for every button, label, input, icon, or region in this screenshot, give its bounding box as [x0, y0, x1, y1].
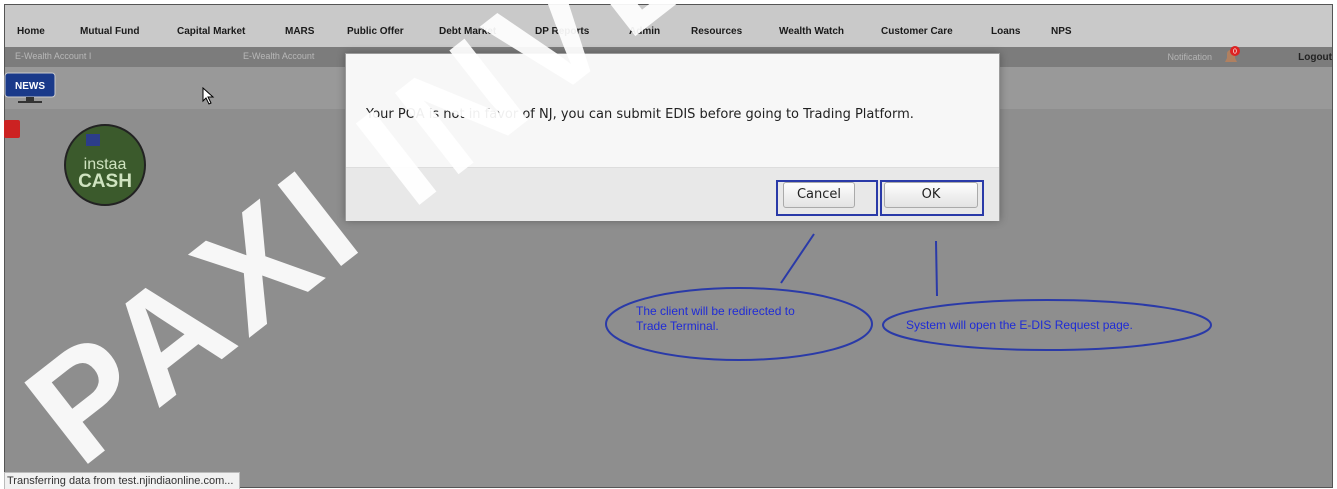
nav-dp-reports[interactable]: DP Reports — [535, 26, 589, 37]
nav-capital-market[interactable]: Capital Market — [177, 26, 245, 37]
ok-highlight-box — [880, 180, 984, 216]
nav-mars[interactable]: MARS — [285, 26, 314, 37]
instaa-cash-logo[interactable]: instaa CASH — [46, 124, 164, 206]
bell-icon[interactable]: 0 — [1222, 45, 1240, 67]
dialog-message: Your POA is not in favor of NJ, you can … — [366, 107, 914, 122]
nav-public-offer[interactable]: Public Offer — [347, 26, 404, 37]
mouse-cursor-icon — [202, 87, 215, 105]
nav-admin[interactable]: Admin — [629, 26, 660, 37]
nav-wealth-watch[interactable]: Wealth Watch — [779, 26, 844, 37]
cancel-highlight-box — [776, 180, 878, 216]
nav-loans[interactable]: Loans — [991, 26, 1020, 37]
nav-customer-care[interactable]: Customer Care — [881, 26, 953, 37]
top-navigation: Home Mutual Fund Capital Market MARS Pub… — [5, 5, 1332, 48]
news-label: NEWS — [15, 81, 45, 92]
cancel-note-line2: Trade Terminal. — [636, 319, 719, 333]
tab-ewealth-account-1[interactable]: E-Wealth Account I — [15, 51, 91, 61]
nav-debt-market[interactable]: Debt Market — [439, 26, 496, 37]
cash-text: CASH — [78, 171, 132, 192]
notification-label[interactable]: Notification — [1167, 52, 1212, 62]
notification-count: 0 — [1233, 49, 1237, 56]
tab-ewealth-account-2[interactable]: E-Wealth Account — [243, 51, 314, 61]
ok-note: System will open the E-DIS Request page. — [906, 318, 1133, 332]
pdf-icon[interactable] — [4, 120, 20, 138]
logout-link[interactable]: Logout — [1298, 52, 1332, 63]
nav-nps[interactable]: NPS — [1051, 26, 1072, 37]
nav-home[interactable]: Home — [17, 26, 45, 37]
cancel-note-line1: The client will be redirected to — [636, 304, 795, 318]
nav-resources[interactable]: Resources — [691, 26, 742, 37]
cancel-note: The client will be redirected to Trade T… — [636, 304, 795, 334]
browser-status-bar: Transferring data from test.njindiaonlin… — [4, 472, 241, 489]
news-icon[interactable]: NEWS — [4, 72, 56, 104]
nav-mutual-fund[interactable]: Mutual Fund — [80, 26, 139, 37]
